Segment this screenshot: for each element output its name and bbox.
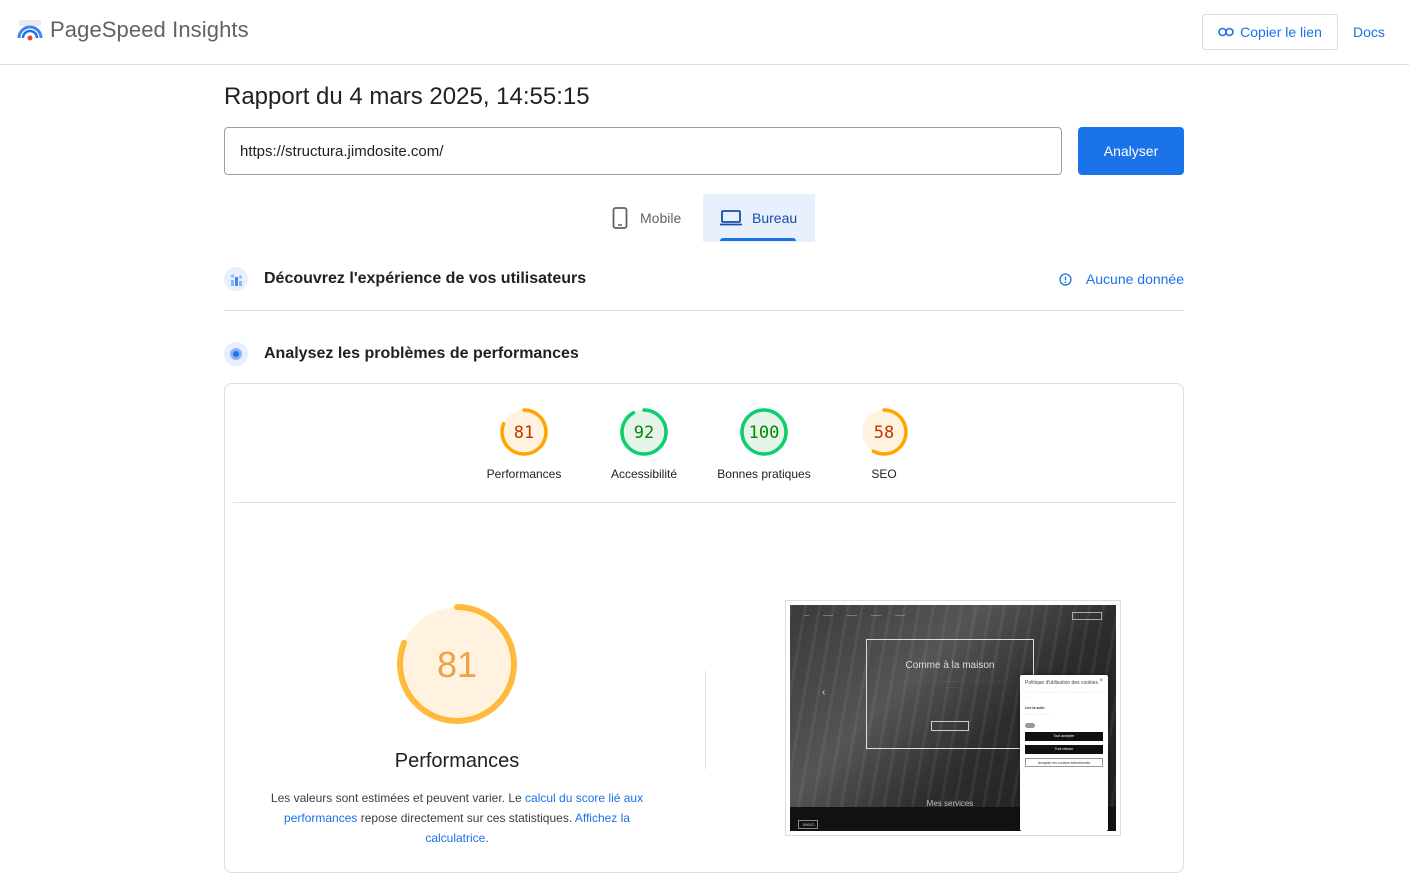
report-card: 81 Performances 92 Accessibilité 100 Bon… [224, 383, 1184, 873]
score-label: Accessibilité [610, 467, 678, 481]
score-value: 58 [874, 423, 894, 443]
link-icon [1218, 27, 1234, 37]
docs-link[interactable]: Docs [1353, 24, 1385, 40]
services-title: Mes services [926, 799, 974, 808]
toggle-switch [1025, 722, 1035, 728]
cookie-accept-all: Tout accepter [1025, 731, 1103, 741]
score-gauge-accessibility[interactable]: 92 Accessibilité [594, 407, 694, 481]
main-gauge-title: Performances [394, 750, 520, 772]
score-gauge-best-practices[interactable]: 100 Bonnes pratiques [714, 407, 814, 481]
score-value: 92 [634, 423, 654, 443]
gauge-ring: 58 [860, 408, 908, 456]
performance-main-gauge: 81 [397, 604, 517, 724]
final-screenshot[interactable]: — —— —— —— —— Comme à la maison · · · · · · … [785, 600, 1121, 836]
jimdo-badge: JIMDO [798, 820, 819, 829]
score-value: 81 [514, 423, 534, 443]
cookie-refuse: Tout refuser [1025, 744, 1103, 754]
experience-section-title: Découvrez l'expérience de vos utilisateu… [264, 270, 587, 287]
desc-prefix: Les valeurs sont estimées et peuvent var… [270, 791, 526, 805]
score-gauge-performance[interactable]: 81 Performances [474, 407, 574, 481]
carousel-prev-icon: ‹ [822, 687, 826, 698]
close-icon: × [1099, 678, 1103, 684]
performance-section-header: Analysez les problèmes de performances [224, 342, 1184, 366]
tab-active-indicator [720, 238, 796, 241]
report-title: Rapport du 4 mars 2025, 14:55:15 [224, 83, 590, 110]
site-nav-button [1072, 612, 1102, 620]
experience-section-header: Découvrez l'expérience de vos utilisateu… [224, 267, 1184, 291]
desc-suffix: . [485, 831, 489, 845]
no-data-link[interactable]: Aucune donnée [1059, 271, 1184, 287]
site-nav: — —— —— —— —— [804, 613, 905, 619]
hero-title: Comme à la maison [905, 660, 995, 671]
copy-link-button[interactable]: Copier le lien [1202, 14, 1338, 50]
phone-icon [612, 207, 628, 229]
main-score-value: 81 [437, 644, 477, 685]
hero-text: · · · · · · · · · · · · · · · · · · · · … [886, 680, 1018, 690]
card-divider [233, 502, 1176, 503]
score-value: 100 [749, 423, 780, 443]
screenshot-image: — —— —— —— —— Comme à la maison · · · · · · … [790, 605, 1116, 831]
gauge-ring: 92 [620, 408, 668, 456]
section-divider [224, 310, 1184, 311]
info-icon [1059, 272, 1072, 286]
analyze-button[interactable]: Analyser [1078, 127, 1184, 175]
no-data-label: Aucune donnée [1085, 271, 1184, 287]
cookie-toggle [1025, 722, 1103, 728]
vertical-divider [705, 671, 706, 769]
hero-frame [866, 639, 1034, 749]
top-bar: PageSpeed Insights Copier le lien Docs [0, 0, 1409, 65]
performance-section-title: Analysez les problèmes de performances [264, 345, 579, 362]
gauge-ring: 81 [500, 408, 548, 456]
pagespeed-logo-icon[interactable] [17, 18, 43, 44]
cookie-title: Politique d'utilisation des cookies [1025, 680, 1098, 686]
tab-desktop-label: Bureau [752, 210, 798, 226]
gauge-ring: 100 [740, 408, 788, 456]
cookie-banner: × Politique d'utilisation des cookies · … [1020, 675, 1108, 831]
cookie-accept-selected: Accepter les cookies sélectionnés [1025, 757, 1103, 767]
url-input[interactable] [224, 127, 1062, 175]
tab-desktop[interactable]: Bureau [703, 194, 815, 242]
laptop-icon [720, 210, 742, 226]
cookie-read-more: Lire la suite [1025, 706, 1045, 710]
cookie-text: · · · · · · · · · · · · · · · · · · · · … [1025, 691, 1101, 700]
tab-mobile[interactable]: Mobile [598, 194, 703, 242]
score-gauge-seo[interactable]: 58 SEO [834, 407, 934, 481]
tab-mobile-label: Mobile [640, 210, 682, 226]
score-label: Performances [486, 467, 562, 481]
copy-link-label: Copier le lien [1240, 24, 1322, 40]
score-label: Bonnes pratiques [717, 467, 811, 481]
desc-middle: repose directement sur ces statistiques. [357, 811, 575, 825]
users-chart-icon [224, 267, 248, 291]
performance-target-icon [224, 342, 248, 366]
cookie-links: · · · · · · · · · · · · [1025, 713, 1050, 717]
app-title[interactable]: PageSpeed Insights [50, 17, 249, 43]
score-description: Les valeurs sont estimées et peuvent var… [265, 788, 649, 848]
hero-cta [931, 721, 969, 731]
score-label: SEO [871, 467, 897, 481]
